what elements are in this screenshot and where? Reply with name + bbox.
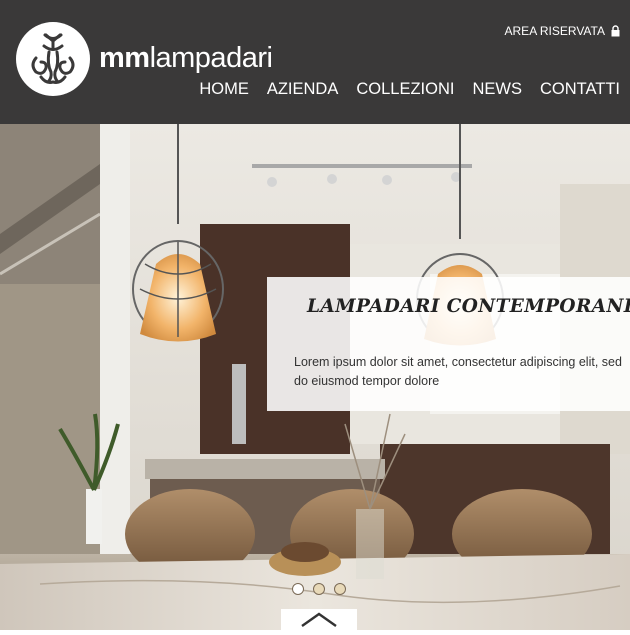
chevron-up-icon — [301, 612, 337, 627]
slide-caption: LAMPADARI CONTEMPORANEI Lorem ipsum dolo… — [267, 277, 630, 411]
nav-collezioni[interactable]: COLLEZIONI — [356, 80, 454, 99]
slider-dot-1[interactable] — [292, 583, 304, 595]
slide-text: Lorem ipsum dolor sit amet, consectetur … — [294, 355, 622, 388]
brand-bold: mm — [99, 42, 150, 74]
main-nav: HOME AZIENDA COLLEZIONI NEWS CONTATTI — [199, 80, 620, 99]
nav-home[interactable]: HOME — [199, 80, 249, 99]
brand-name[interactable]: mmlampadari — [99, 39, 273, 77]
slider-dot-3[interactable] — [334, 583, 346, 595]
nav-azienda[interactable]: AZIENDA — [267, 80, 339, 99]
area-riservata-label: AREA RISERVATA — [504, 24, 605, 38]
slider-dot-2[interactable] — [313, 583, 325, 595]
logo-mark-icon[interactable] — [16, 22, 90, 96]
slider-dots — [292, 583, 346, 595]
area-riservata-link[interactable]: AREA RISERVATA — [505, 24, 620, 38]
nav-news[interactable]: NEWS — [472, 80, 522, 99]
brand-light: lampadari — [149, 42, 273, 74]
scroll-up-button[interactable] — [281, 609, 357, 630]
slide-title: LAMPADARI CONTEMPORANEI — [307, 296, 630, 317]
site-header: mmlampadari AREA RISERVATA HOME AZIENDA … — [0, 0, 630, 124]
nav-contatti[interactable]: CONTATTI — [540, 80, 620, 99]
lock-icon — [611, 25, 620, 37]
